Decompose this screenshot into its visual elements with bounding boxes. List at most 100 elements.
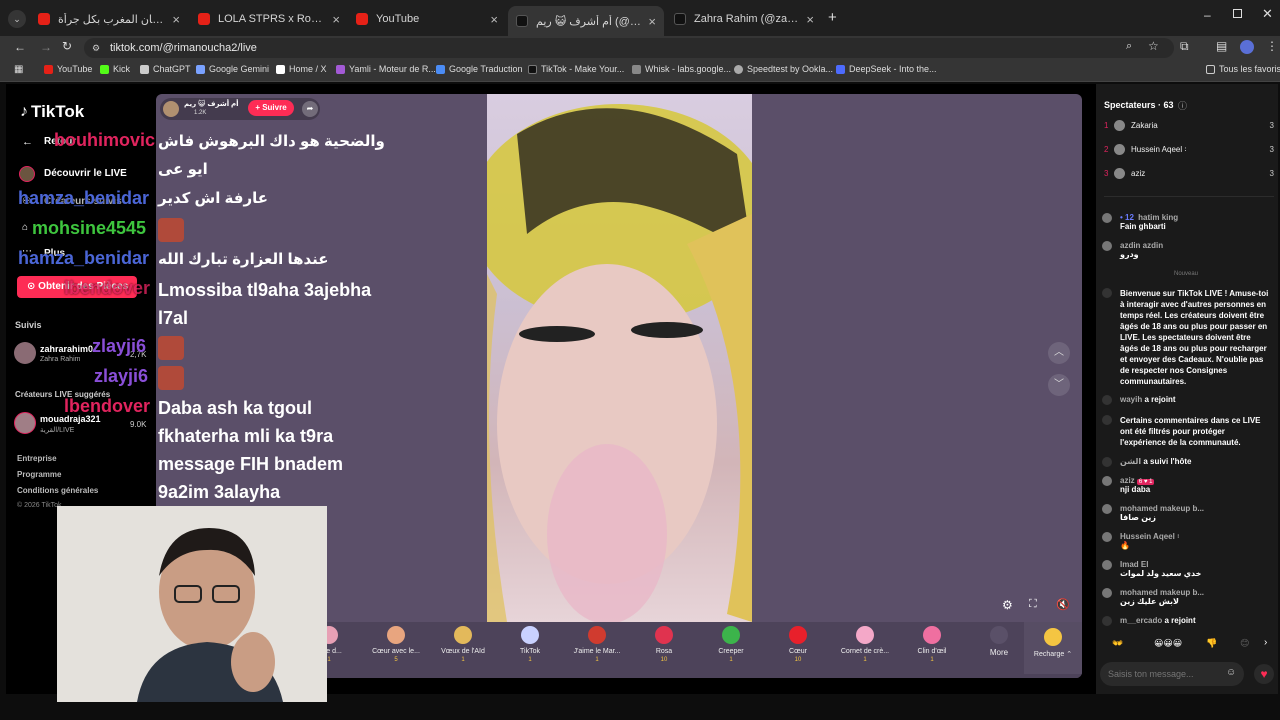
close-window-button[interactable]: ✕	[1262, 6, 1273, 22]
close-icon[interactable]: ×	[806, 12, 814, 27]
host-avatar[interactable]	[163, 101, 179, 117]
bookmark-translate[interactable]: Google Traduction	[436, 64, 523, 74]
gift-name: Cœur avec le...	[372, 648, 420, 655]
gift-item[interactable]: Cornet de crè... 1	[832, 626, 898, 663]
gift-icon	[521, 626, 539, 644]
bookmark-star-icon[interactable]: ☆	[1148, 39, 1159, 53]
user-avatar[interactable]	[1102, 504, 1112, 514]
live-video[interactable]	[487, 94, 752, 622]
fullscreen-icon[interactable]: ⛶	[1029, 598, 1037, 611]
all-bookmarks[interactable]: Tous les favoris	[1206, 64, 1280, 74]
reaction-button[interactable]: 👎	[1206, 638, 1217, 649]
url-field[interactable]: ⚙ tiktok.com/@rimanoucha2/live	[84, 38, 1174, 58]
settings-icon[interactable]: ⚙	[1002, 598, 1013, 612]
bookmark-kick[interactable]: Kick	[100, 64, 130, 74]
gift-icon	[588, 626, 606, 644]
minimize-button[interactable]: –	[1204, 8, 1211, 22]
back-arrow-icon[interactable]: ←	[22, 136, 33, 148]
tiktok-logo[interactable]: ♪ TikTok	[20, 102, 84, 122]
follow-button[interactable]: + Suivre	[248, 100, 294, 116]
bookmark-deepseek[interactable]: DeepSeek - Into the...	[836, 64, 937, 74]
discover-live-link[interactable]: Découvrir le LIVE	[44, 168, 127, 179]
gift-item[interactable]: J'aime le Mar... 1	[564, 626, 630, 663]
close-icon[interactable]: ×	[172, 12, 180, 27]
reaction-button[interactable]: 👐	[1112, 638, 1123, 649]
close-icon[interactable]: ×	[648, 14, 656, 29]
tab-4[interactable]: أم أشرف 😺 ريم (@rimanoucha2)×	[508, 6, 664, 36]
suggested-avatar[interactable]	[14, 412, 36, 434]
new-tab-button[interactable]: +	[828, 9, 837, 26]
info-icon[interactable]: ⓘ	[1178, 99, 1187, 112]
close-icon[interactable]: ×	[332, 12, 340, 27]
stream-comment-line: message FIH bnadem	[158, 454, 344, 474]
gift-item[interactable]: Vœux de l'Aïd 1	[430, 626, 496, 663]
bookmark-tiktok[interactable]: TikTok - Make Your...	[528, 64, 624, 74]
bookmark-gemini[interactable]: Google Gemini	[196, 64, 269, 74]
recharge-button[interactable]: Recharge ⌃	[1024, 622, 1082, 674]
gift-item[interactable]: Creeper 1	[698, 626, 764, 663]
reaction-button[interactable]: 😊	[1240, 638, 1249, 649]
host-name[interactable]: أم أشرف 😺 ريم	[184, 100, 239, 108]
comment: mohamed makeup b... لابش عليك زين	[1102, 588, 1270, 606]
site-info-icon[interactable]: ⚙	[92, 38, 100, 58]
restore-button[interactable]	[1233, 9, 1242, 18]
more-gifts-button[interactable]: More	[966, 626, 1032, 657]
reload-icon[interactable]: ↻	[62, 39, 72, 53]
user-avatar[interactable]	[1102, 588, 1112, 598]
bookmark-yamli[interactable]: Yamli - Moteur de R...	[336, 64, 436, 74]
gift-item[interactable]: Cœur 10	[765, 626, 831, 663]
share-icon[interactable]: ➦	[302, 101, 318, 117]
bookmark-speedtest[interactable]: Speedtest by Ookla...	[734, 64, 833, 74]
bookmark-chatgpt[interactable]: ChatGPT	[140, 64, 191, 74]
overlay-name: zlayji6	[94, 366, 149, 386]
viewer-row[interactable]: 3 aziz 3	[1104, 168, 1274, 179]
close-icon[interactable]: ×	[490, 12, 498, 27]
gift-icon	[387, 626, 405, 644]
user-avatar[interactable]	[1102, 532, 1112, 542]
tab-5[interactable]: Zahra Rahim (@zahrarahim0) |×	[666, 6, 822, 32]
user-avatar[interactable]	[1102, 213, 1112, 223]
extensions-icon[interactable]: ⧉	[1180, 39, 1189, 54]
forward-arrow-icon[interactable]: →	[40, 40, 52, 54]
bookmark-youtube[interactable]: YouTube	[44, 64, 92, 74]
footer-link-company[interactable]: Entreprise	[17, 454, 57, 463]
back-arrow-icon[interactable]: ←	[14, 40, 26, 54]
emoji-sticker	[158, 218, 184, 242]
viewer-row[interactable]: 2 Hussein Aqeel ꞉ 3	[1104, 144, 1274, 155]
tab-2[interactable]: LOLA STPRS x Rosalia BAGDAD×	[190, 6, 348, 32]
menu-icon[interactable]: ⋮	[1266, 39, 1278, 53]
zoom-icon[interactable]: ⌕	[1126, 40, 1132, 53]
chat-input[interactable]	[1108, 666, 1218, 682]
tab-search-button[interactable]: ⌄	[8, 10, 26, 28]
followed-username[interactable]: zahrarahim0	[40, 344, 93, 354]
bookmark-x[interactable]: Home / X	[276, 64, 327, 74]
sidebar-icon[interactable]: ▤	[1216, 39, 1227, 53]
tab-3[interactable]: YouTube ×	[348, 6, 506, 32]
overlay-name: lbendover	[64, 396, 151, 416]
mute-icon[interactable]: 🔇	[1056, 598, 1070, 611]
footer-link-program[interactable]: Programme	[17, 470, 61, 479]
heart-gift-button[interactable]: ♥	[1254, 664, 1274, 684]
viewer-row[interactable]: 1 Zakaria 3	[1104, 120, 1274, 131]
new-divider-label: Nouveau	[1174, 271, 1199, 277]
user-avatar[interactable]	[1102, 241, 1112, 251]
scroll-up-button[interactable]: ︿	[1048, 342, 1070, 364]
gift-item[interactable]: Rosa 10	[631, 626, 697, 663]
user-avatar[interactable]	[1102, 476, 1112, 486]
footer-link-terms[interactable]: Conditions générales	[17, 486, 98, 495]
gift-item[interactable]: TikTok 1	[497, 626, 563, 663]
gift-item[interactable]: Cœur avec le... 5	[363, 626, 429, 663]
chevron-right-icon[interactable]: ›	[1264, 637, 1267, 648]
user-avatar[interactable]	[1102, 560, 1112, 570]
followed-avatar[interactable]	[14, 342, 36, 364]
tab-bar: ⌄ كيم كارديشيان المغرب بكل جرأة...× LOLA…	[0, 0, 1280, 36]
emoji-icon[interactable]: ☺	[1226, 667, 1236, 678]
viewer-score: 3	[1269, 121, 1274, 130]
tab-1[interactable]: كيم كارديشيان المغرب بكل جرأة...×	[30, 6, 188, 32]
scroll-down-button[interactable]: ﹀	[1048, 374, 1070, 396]
gift-item[interactable]: Clin d'œil 1	[899, 626, 965, 663]
bookmark-whisk[interactable]: Whisk - labs.google...	[632, 64, 731, 74]
reaction-button[interactable]: 😀😀😀	[1154, 638, 1182, 649]
profile-avatar[interactable]	[1240, 40, 1254, 54]
apps-icon[interactable]: ▦	[14, 64, 23, 75]
